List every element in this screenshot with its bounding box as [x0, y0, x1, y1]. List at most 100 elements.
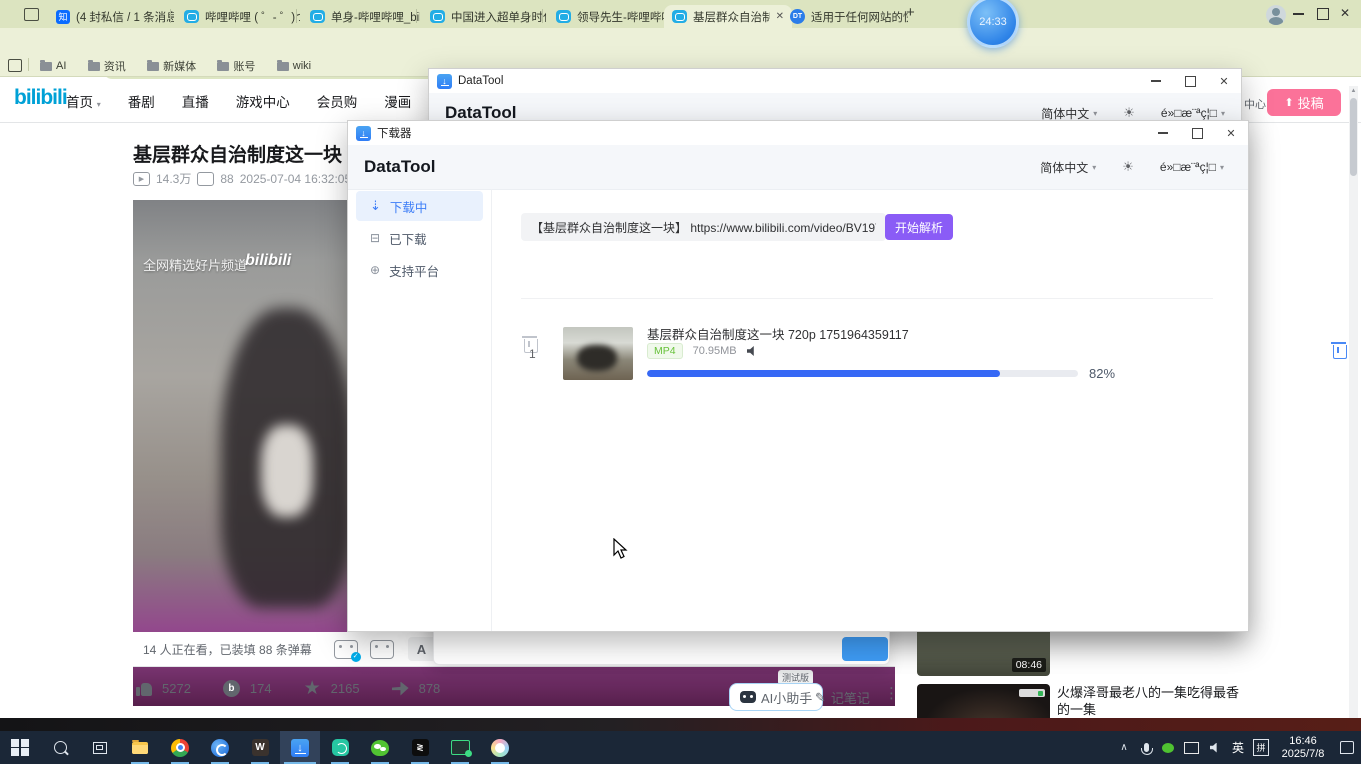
- sidebar-item-downloading[interactable]: ⇣ 下载中: [356, 191, 483, 221]
- minimize-button[interactable]: [1146, 121, 1180, 145]
- sidebar-toggle-icon[interactable]: [8, 59, 22, 72]
- green-app-icon[interactable]: [320, 731, 360, 764]
- wechat-tray-icon[interactable]: [1157, 731, 1179, 764]
- blue-browser-icon[interactable]: [200, 731, 240, 764]
- volume-icon[interactable]: [1203, 731, 1227, 764]
- browser-tab[interactable]: 中国进入超单身时代_哔: [422, 5, 554, 28]
- browser-tab-active[interactable]: 基层群众自治制度 ✕: [664, 5, 792, 28]
- audio-icon[interactable]: [747, 346, 758, 356]
- minimize-button[interactable]: [1139, 69, 1173, 93]
- page-scrollbar[interactable]: ▲: [1349, 86, 1358, 718]
- bilibili-logo[interactable]: bilibili: [14, 86, 67, 110]
- danmaku-font-icon[interactable]: A: [417, 642, 426, 657]
- new-tab-button[interactable]: +: [906, 4, 915, 21]
- chrome-icon[interactable]: [160, 731, 200, 764]
- nav-vip-shop[interactable]: 会员购: [317, 91, 358, 111]
- window-titlebar[interactable]: ↓ 下载器: [348, 121, 1248, 145]
- colorful-app-icon[interactable]: [480, 731, 520, 764]
- clock[interactable]: 16:46 2025/7/8: [1273, 731, 1333, 764]
- datatool-taskbar-icon[interactable]: ↓: [280, 731, 320, 764]
- danmaku-settings-icon[interactable]: [370, 640, 394, 659]
- browser-tab[interactable]: 单身-哔哩哔哩_bilibili: [302, 5, 428, 28]
- bookmark-folder[interactable]: 新媒体: [147, 58, 196, 74]
- start-button[interactable]: [0, 731, 40, 764]
- progress-bar: [647, 370, 1078, 377]
- publish-date: 2025-07-04 16:32:05: [240, 172, 351, 186]
- display-tray-icon[interactable]: [1179, 731, 1203, 764]
- notification-center-icon[interactable]: [1333, 731, 1361, 764]
- microphone-icon[interactable]: [1135, 731, 1157, 764]
- bookmark-folder[interactable]: 账号: [217, 58, 255, 74]
- more-options-icon[interactable]: ⋮: [884, 684, 899, 702]
- browser-close-button[interactable]: ✕: [1340, 6, 1350, 20]
- sidebar-item-downloaded[interactable]: ⊟ 已下载: [356, 223, 483, 253]
- nav-manga[interactable]: 漫画: [384, 91, 411, 111]
- note-button[interactable]: ✎ 记笔记: [815, 688, 870, 707]
- language-selector[interactable]: 简体中文▾: [1040, 159, 1096, 176]
- delete-download-icon[interactable]: [1333, 345, 1347, 359]
- downloader-window[interactable]: ↓ 下载器 ✕ DataTool 简体中文▾ ☀ é»□æ¨ªç¦□▾ ⇣ 下载…: [347, 120, 1249, 632]
- browser-tab[interactable]: 哔哩哔哩 ( ゜- ゜)つロ: [176, 5, 308, 28]
- progress-percent: 82%: [1089, 366, 1115, 381]
- theme-mode-selector[interactable]: é»□æ¨ªç¦□▾: [1160, 160, 1224, 174]
- downloading-icon: ⇣: [370, 198, 381, 214]
- nav-live[interactable]: 直播: [182, 91, 209, 111]
- url-input[interactable]: 【基层群众自治制度这一块】 https://www.bilibili.com/v…: [521, 213, 886, 241]
- window-titlebar[interactable]: ↓ DataTool: [429, 69, 1241, 93]
- close-button[interactable]: ✕: [1207, 69, 1241, 93]
- related-video-title[interactable]: 火爆泽哥最老八的一集吃得最香的一集: [1057, 684, 1239, 718]
- like-icon[interactable]: [136, 681, 152, 696]
- tray-date: 2025/7/8: [1282, 748, 1325, 761]
- danmaku-status: 14 人正在看，已装填 88 条弹幕: [143, 641, 312, 658]
- scrollbar-arrow-icon[interactable]: ▲: [1351, 88, 1357, 94]
- ime-language-indicator[interactable]: 英: [1227, 731, 1249, 764]
- views-count: 14.3万: [156, 170, 191, 187]
- views-icon: ▶: [133, 172, 150, 186]
- tab-search-icon[interactable]: [24, 8, 39, 21]
- capcut-icon[interactable]: ≷: [400, 731, 440, 764]
- tray-expand-icon[interactable]: ∧: [1113, 731, 1135, 764]
- share-icon[interactable]: [392, 682, 409, 696]
- parse-button[interactable]: 开始解析: [885, 214, 953, 240]
- theme-toggle-icon[interactable]: ☀: [1122, 159, 1134, 175]
- browser-tab[interactable]: DT 适用于任何网站的快速: [782, 5, 916, 28]
- theme-mode-selector[interactable]: é»□æ¨ªç¦□▾: [1161, 106, 1225, 120]
- browser-avatar[interactable]: [1266, 5, 1286, 25]
- dialog-action-button[interactable]: [842, 637, 888, 661]
- taskbar-search-icon[interactable]: [40, 731, 80, 764]
- sidebar-item-supported-platforms[interactable]: ⊕ 支持平台: [356, 255, 483, 285]
- screen-share-icon[interactable]: [440, 731, 480, 764]
- browser-maximize-button[interactable]: [1317, 8, 1329, 20]
- language-selector[interactable]: 简体中文▾: [1041, 105, 1097, 122]
- upload-button[interactable]: ⬆ 投稿: [1267, 89, 1341, 116]
- maximize-button[interactable]: [1180, 121, 1214, 145]
- danmaku-list-icon[interactable]: ✓: [334, 640, 358, 659]
- ime-pinyin-icon[interactable]: 拼: [1249, 731, 1273, 764]
- theme-toggle-icon[interactable]: ☀: [1123, 105, 1135, 121]
- browser-tab[interactable]: 领导先生-哔哩哔哩_bi: [548, 5, 676, 28]
- scrollbar-thumb[interactable]: [1350, 98, 1357, 176]
- nav-home[interactable]: 首页 ▾: [66, 91, 101, 111]
- maximize-button[interactable]: [1173, 69, 1207, 93]
- nav-game-center[interactable]: 游戏中心: [236, 91, 290, 111]
- favorite-icon[interactable]: ★: [304, 680, 321, 697]
- note-icon: ✎: [815, 690, 826, 706]
- folder-icon: [88, 62, 100, 71]
- ai-assistant-button[interactable]: AI小助手: [729, 683, 823, 711]
- file-explorer-icon[interactable]: [120, 731, 160, 764]
- chevron-down-icon: ▾: [1220, 163, 1224, 172]
- bookmark-folder[interactable]: 资讯: [88, 58, 126, 74]
- tray-time: 16:46: [1289, 735, 1317, 748]
- browser-minimize-button[interactable]: [1293, 13, 1304, 15]
- wechat-icon[interactable]: [360, 731, 400, 764]
- bookmark-folder[interactable]: AI: [40, 60, 66, 72]
- browser-tab[interactable]: 知 (4 封私信 / 1 条消息): [48, 5, 182, 28]
- folder-icon: [147, 62, 159, 71]
- wps-icon[interactable]: W: [240, 731, 280, 764]
- nav-bangumi[interactable]: 番剧: [128, 91, 155, 111]
- coin-icon[interactable]: b: [223, 680, 240, 697]
- bookmark-folder[interactable]: wiki: [277, 60, 311, 72]
- task-view-icon[interactable]: [80, 731, 120, 764]
- window-title: DataTool: [458, 75, 503, 87]
- close-button[interactable]: ✕: [1214, 121, 1248, 145]
